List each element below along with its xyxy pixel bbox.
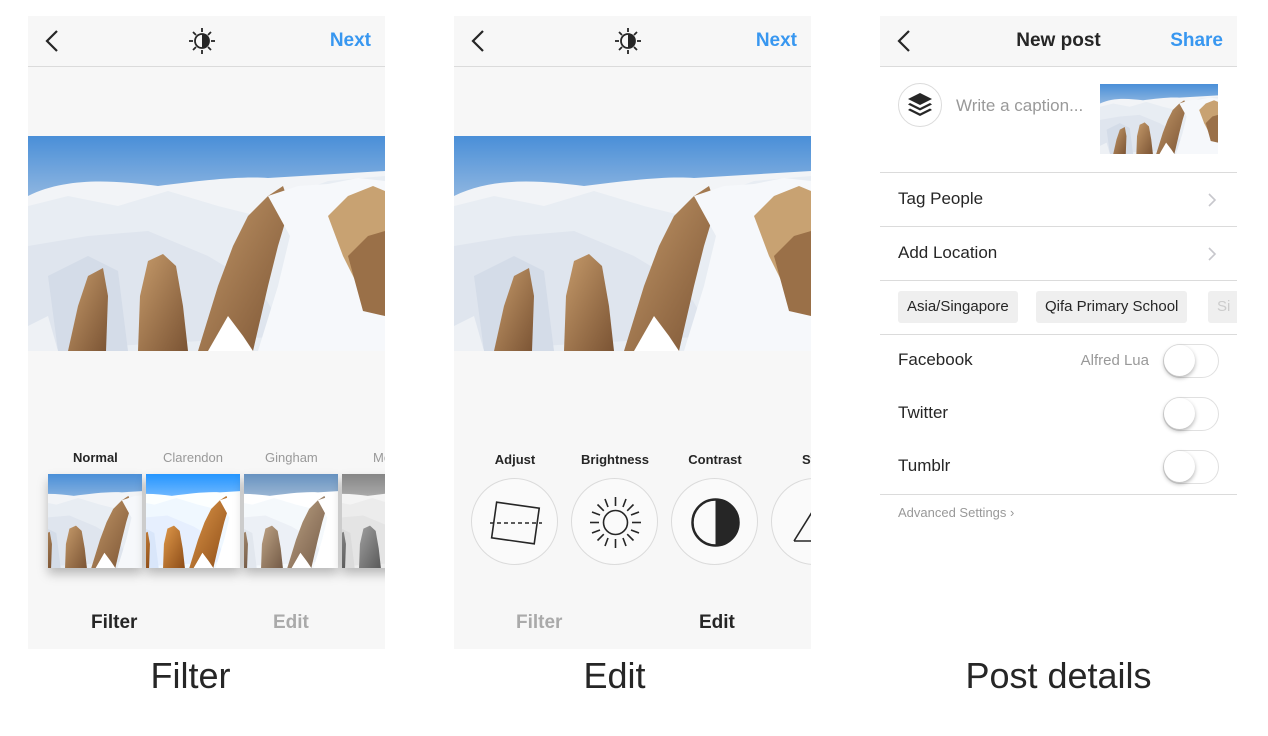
tool-label-brightness: Brightness [581,452,649,467]
filter-gingham[interactable]: Gingham [265,450,318,465]
bottom-tabs: Filter Edit [28,612,385,642]
filter-names: Normal Clarendon Gingham Mo [28,450,385,470]
filter-clarendon[interactable]: Clarendon [163,450,223,465]
screen-caption-edit: Edit [583,655,646,696]
photo-preview [28,136,385,351]
tab-filter[interactable]: Filter [516,612,562,634]
location-suggestions: Asia/Singapore Qifa Primary School Si [880,280,1237,335]
top-bar: Next [454,16,811,67]
lux-icon[interactable] [614,27,642,55]
top-bar: Next [28,16,385,67]
facebook-toggle[interactable] [1163,344,1219,378]
tumblr-toggle[interactable] [1163,450,1219,484]
screen-caption-post-details: Post details [965,655,1152,696]
avatar [898,83,942,127]
top-bar: New post Share [880,16,1237,67]
edit-screen: Next Adjust Brightness Contrast Stru [454,16,811,649]
photo-preview [454,136,811,351]
add-location-label: Add Location [898,243,998,262]
bottom-tabs: Filter Edit [454,612,811,642]
divider [880,494,1237,495]
tool-label-structure: Stru [802,452,811,467]
share-facebook-row: Facebook Alfred Lua [880,334,1237,387]
twitter-label: Twitter [898,403,949,422]
filter-thumb-mo[interactable] [342,474,385,568]
chevron-right-icon [1208,247,1217,261]
post-thumbnail [1100,84,1218,154]
back-chevron-icon[interactable] [468,29,490,53]
filter-screen: Next Normal Clarendon Gingham Mo Filter … [28,16,385,649]
tool-label-adjust: Adjust [494,452,536,467]
caption-input[interactable]: Write a caption... [956,96,1083,116]
brightness-icon [590,497,641,548]
location-chip[interactable]: Asia/Singapore [898,291,1018,323]
twitter-toggle[interactable] [1163,397,1219,431]
toggle-knob [1164,345,1195,376]
adjust-tool-button[interactable] [471,478,558,565]
screen-caption-filter: Filter [150,655,231,696]
adjust-icon [490,501,542,545]
next-button[interactable]: Next [330,30,371,52]
structure-tool-button[interactable] [771,478,811,565]
next-button[interactable]: Next [756,30,797,52]
location-chip[interactable]: Qifa Primary School [1036,291,1188,323]
buffer-logo-icon [908,93,932,116]
share-tumblr-row: Tumblr [880,440,1237,493]
filter-normal[interactable]: Normal [73,450,118,465]
tab-edit[interactable]: Edit [699,612,735,634]
back-chevron-icon[interactable] [42,29,64,53]
share-button[interactable]: Share [1170,30,1223,52]
filter-thumb-normal[interactable] [48,474,142,568]
tab-edit[interactable]: Edit [273,612,309,634]
contrast-icon [691,498,740,547]
advanced-settings-link[interactable]: Advanced Settings › [898,505,1014,520]
contrast-tool-button[interactable] [671,478,758,565]
filter-thumb-gingham[interactable] [244,474,338,568]
brightness-tool-button[interactable] [571,478,658,565]
tag-people-label: Tag People [898,189,984,208]
post-details-screen: New post Share Write a caption... Tag Pe… [880,16,1237,649]
tool-label-contrast: Contrast [688,452,742,467]
tag-people-row[interactable]: Tag People [880,173,1237,227]
location-chip[interactable]: Si [1208,291,1237,323]
filter-mo[interactable]: Mo [373,450,385,465]
toggle-knob [1164,451,1195,482]
toggle-knob [1164,398,1195,429]
filter-thumb-clarendon[interactable] [146,474,240,568]
chevron-right-icon [1208,193,1217,207]
facebook-label: Facebook [898,350,973,369]
facebook-account: Alfred Lua [1080,352,1149,369]
caption-row: Write a caption... [880,67,1237,173]
tab-filter[interactable]: Filter [91,612,137,634]
share-twitter-row: Twitter [880,387,1237,440]
structure-icon [793,512,811,542]
add-location-row[interactable]: Add Location [880,227,1237,281]
lux-icon[interactable] [188,27,216,55]
tumblr-label: Tumblr [898,456,951,475]
